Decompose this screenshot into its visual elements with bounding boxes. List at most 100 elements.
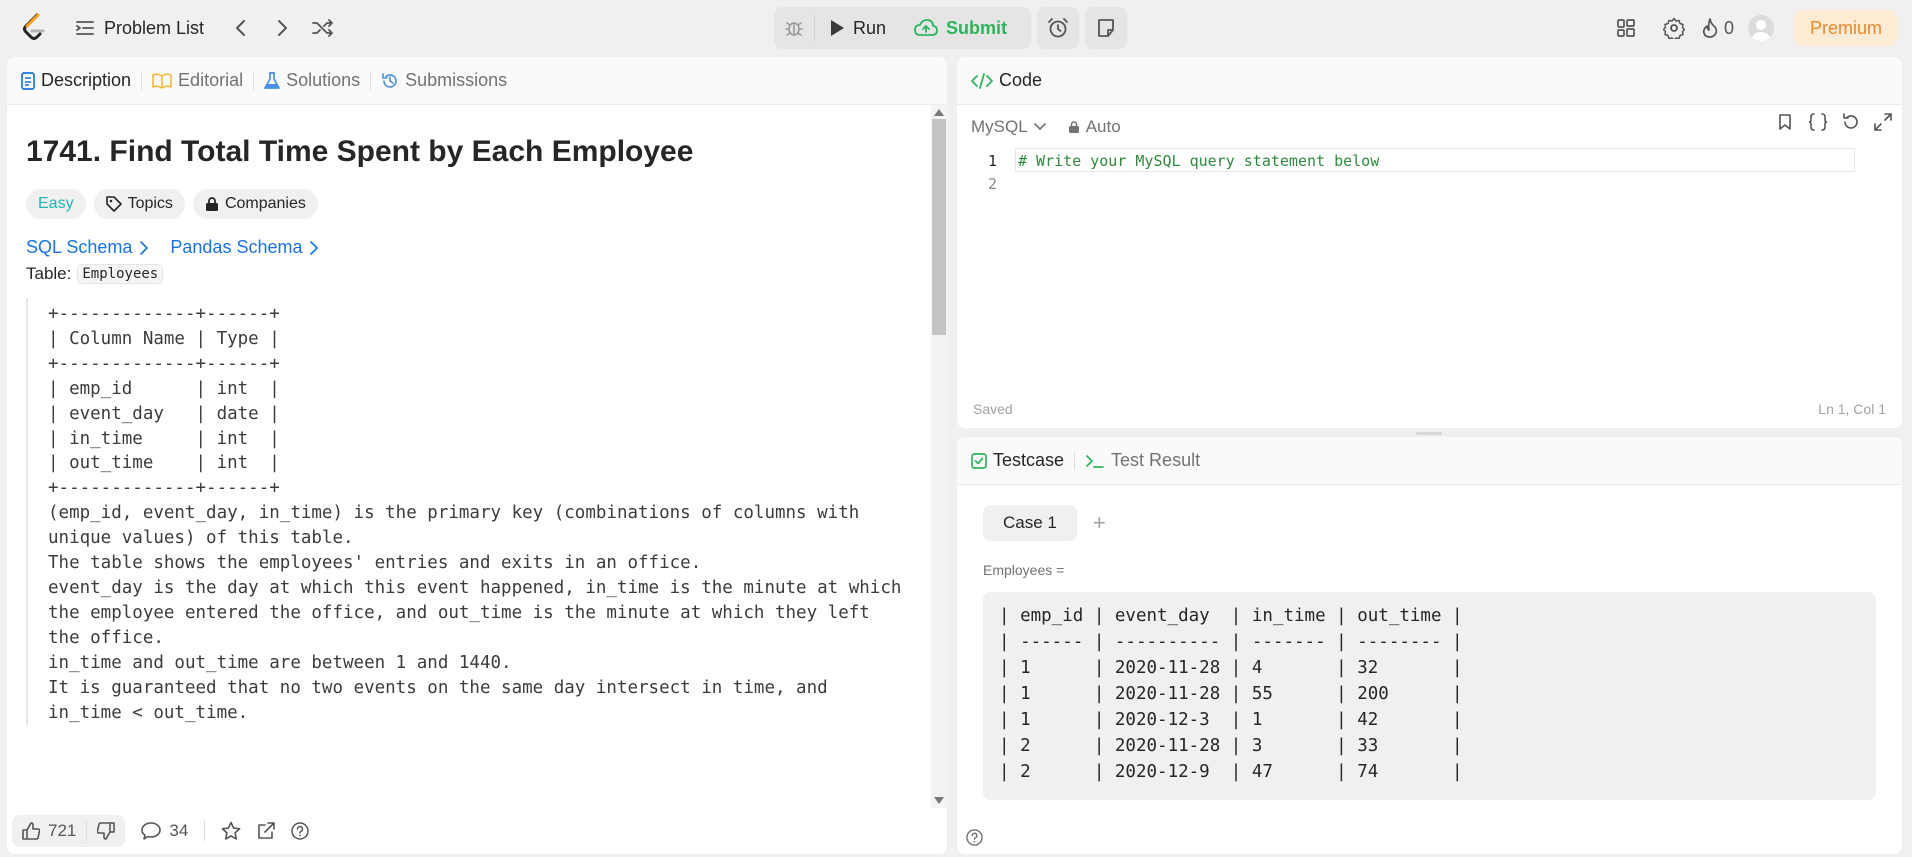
- flask-icon: [264, 71, 280, 89]
- variable-label: Employees =: [983, 562, 1065, 578]
- auto-mode-toggle[interactable]: Auto: [1068, 117, 1121, 137]
- streak-counter[interactable]: 0: [1702, 18, 1734, 39]
- cloud-upload-icon: [914, 19, 938, 36]
- problem-description: 1741. Find Total Time Spent by Each Empl…: [7, 105, 931, 808]
- language-select[interactable]: MySQL: [971, 117, 1046, 137]
- scroll-up-arrow-icon[interactable]: [934, 109, 944, 116]
- case-1-tab[interactable]: Case 1: [983, 505, 1077, 541]
- topics-label: Topics: [127, 195, 173, 212]
- sql-schema-label: SQL Schema: [26, 237, 133, 257]
- list-icon: [76, 20, 94, 36]
- checkbox-icon: [971, 452, 987, 469]
- tab-testcase-label: Testcase: [993, 450, 1065, 470]
- separator: [141, 71, 143, 90]
- description-scrollbar[interactable]: [931, 105, 947, 808]
- like-button[interactable]: 721: [12, 821, 86, 841]
- next-problem-button[interactable]: [268, 14, 296, 42]
- saved-status: Saved: [973, 401, 1013, 417]
- code-panel: Code MySQL Auto 1 2 # Write your MySQL q…: [957, 57, 1902, 428]
- companies-tag[interactable]: Companies: [192, 189, 318, 219]
- tab-code-label: Code: [999, 70, 1043, 90]
- problem-title[interactable]: 1741. Find Total Time Spent by Each Empl…: [26, 135, 912, 169]
- format-braces-icon[interactable]: [1808, 113, 1828, 131]
- editor-toolbar: MySQL Auto: [957, 105, 1902, 149]
- top-navbar: Problem List Run Submit 0 Premium: [0, 0, 1912, 56]
- tab-testcase[interactable]: Testcase: [971, 450, 1064, 471]
- submit-button[interactable]: Submit: [900, 7, 1021, 49]
- tab-solutions-label: Solutions: [286, 70, 361, 90]
- share-icon: [258, 822, 276, 839]
- separator: [253, 71, 255, 90]
- share-button[interactable]: [257, 822, 276, 840]
- alarm-icon: [1048, 18, 1068, 38]
- tab-editorial-label: Editorial: [178, 70, 244, 90]
- chevron-down-icon: [1033, 123, 1046, 130]
- tab-description-label: Description: [41, 70, 132, 90]
- scroll-down-arrow-icon[interactable]: [934, 797, 944, 804]
- settings-button[interactable]: [1654, 8, 1694, 48]
- separator: [204, 821, 206, 841]
- thumbs-down-icon: [97, 822, 116, 840]
- dislike-button[interactable]: [87, 822, 125, 840]
- chevron-right-icon: [278, 20, 287, 36]
- reset-icon[interactable]: [1842, 113, 1860, 131]
- run-button[interactable]: Run: [815, 7, 900, 49]
- alarm-button[interactable]: [1037, 7, 1080, 49]
- add-case-button[interactable]: +: [1093, 510, 1106, 536]
- companies-label: Companies: [224, 195, 306, 212]
- tab-description[interactable]: Description: [21, 70, 131, 91]
- comment-icon: [141, 822, 162, 840]
- difficulty-badge: Easy: [26, 189, 86, 219]
- flame-icon: [1702, 18, 1718, 38]
- vote-group: 721: [12, 815, 126, 847]
- sql-schema-link[interactable]: SQL Schema: [26, 237, 149, 258]
- premium-button[interactable]: Premium: [1793, 10, 1898, 46]
- comments-button[interactable]: 34: [141, 821, 188, 841]
- prev-problem-button[interactable]: [227, 14, 255, 42]
- history-icon: [382, 72, 397, 88]
- line-number: 2: [987, 175, 997, 193]
- chevron-right-icon: [140, 240, 149, 255]
- help-icon[interactable]: [966, 829, 983, 846]
- run-label: Run: [853, 17, 887, 38]
- table-line: Table: Employees: [26, 264, 912, 284]
- lock-icon: [1068, 121, 1079, 133]
- code-icon: [971, 72, 993, 89]
- logo-icon[interactable]: [18, 12, 50, 44]
- pandas-schema-link[interactable]: Pandas Schema: [170, 237, 319, 258]
- notes-button[interactable]: [1085, 7, 1128, 49]
- separator: [1074, 451, 1076, 470]
- tab-editorial[interactable]: Editorial: [152, 70, 243, 91]
- case-tabs: Case 1 +: [983, 505, 1106, 541]
- scrollbar-thumb[interactable]: [932, 119, 946, 335]
- submit-label: Submit: [946, 17, 1008, 38]
- run-submit-group: Run Submit: [774, 7, 1032, 49]
- problem-list-button[interactable]: Problem List: [76, 14, 204, 42]
- tab-solutions[interactable]: Solutions: [264, 70, 360, 91]
- book-icon: [152, 72, 172, 89]
- testcase-input[interactable]: | emp_id | event_day | in_time | out_tim…: [983, 592, 1876, 800]
- separator: [370, 71, 372, 90]
- star-icon: [221, 821, 241, 840]
- note-icon: [1098, 19, 1114, 37]
- test-tabbar: Testcase Test Result: [957, 437, 1902, 485]
- avatar[interactable]: [1747, 15, 1774, 41]
- shuffle-button[interactable]: [309, 14, 337, 42]
- debug-button[interactable]: [774, 7, 814, 49]
- code-editor[interactable]: 1 2 # Write your MySQL query statement b…: [957, 148, 1902, 379]
- panel-resize-handle[interactable]: [1416, 432, 1442, 435]
- tab-test-result[interactable]: Test Result: [1085, 450, 1200, 471]
- language-value: MySQL: [971, 117, 1028, 136]
- chevron-left-icon: [236, 20, 245, 36]
- help-icon: [291, 822, 310, 840]
- topics-tag[interactable]: Topics: [93, 189, 185, 219]
- code-line[interactable]: # Write your MySQL query statement below: [1018, 152, 1379, 170]
- favorite-button[interactable]: [221, 821, 241, 841]
- layout-button[interactable]: [1606, 8, 1646, 48]
- tab-submissions[interactable]: Submissions: [381, 70, 507, 91]
- help-button[interactable]: [291, 822, 310, 840]
- tab-code[interactable]: Code: [971, 70, 1042, 91]
- expand-icon[interactable]: [1874, 113, 1892, 131]
- bookmark-icon[interactable]: [1776, 113, 1794, 131]
- bug-icon: [785, 22, 803, 36]
